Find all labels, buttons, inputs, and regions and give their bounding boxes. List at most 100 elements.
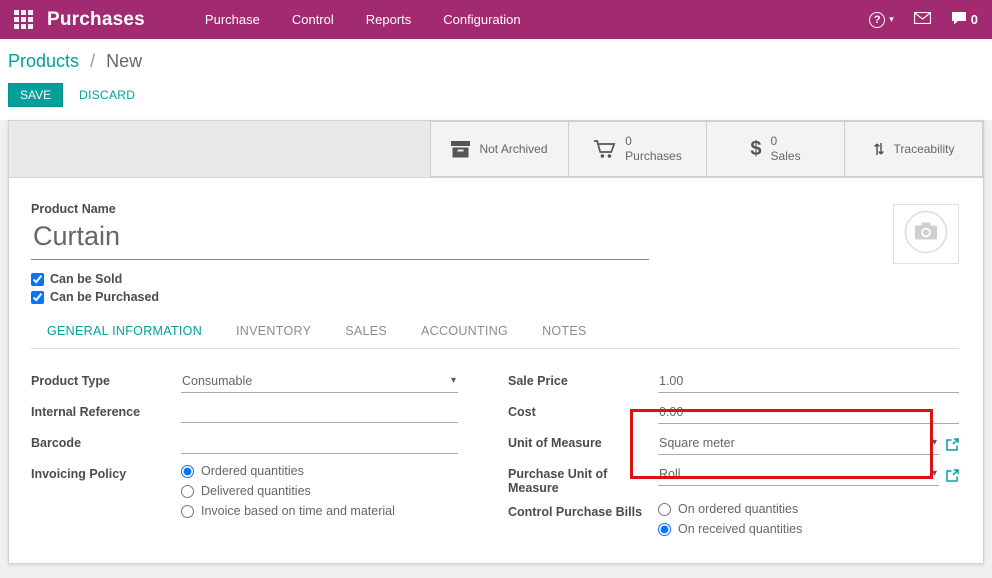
product-type-label: Product Type [31, 371, 181, 388]
radio-on-received: On received quantities [658, 522, 959, 536]
product-name-input[interactable]: Curtain [31, 216, 649, 260]
can-be-sold-row: Can be Sold [31, 272, 649, 286]
tab-notes[interactable]: NOTES [542, 324, 587, 338]
breadcrumb: Products / New [8, 51, 984, 72]
stat-button-box: Not Archived 0 Purchases $ 0 Sales [431, 121, 983, 177]
menu-control[interactable]: Control [280, 6, 346, 33]
envelope-icon [914, 11, 931, 29]
purchase-uom-select[interactable]: Roll ▾ [658, 464, 939, 486]
uom-label: Unit of Measure [508, 433, 658, 450]
cost-input[interactable]: 0.00 [658, 402, 959, 424]
delivered-quantities-radio[interactable] [181, 485, 194, 498]
sale-price-input[interactable]: 1.00 [658, 371, 959, 393]
can-be-sold-label: Can be Sold [50, 272, 122, 286]
time-material-label: Invoice based on time and material [201, 504, 395, 518]
can-be-purchased-checkbox[interactable] [31, 291, 44, 304]
uom-value: Square meter [659, 436, 735, 450]
apps-menu-icon[interactable] [14, 10, 33, 29]
uom-select[interactable]: Square meter ▾ [658, 433, 939, 455]
product-type-select[interactable]: Consumable ▾ [181, 371, 458, 393]
control-panel: Products / New SAVE DISCARD [0, 39, 992, 120]
can-be-purchased-label: Can be Purchased [50, 290, 159, 304]
tab-sales[interactable]: SALES [345, 324, 387, 338]
shopping-cart-icon [593, 139, 616, 159]
sales-stat-button[interactable]: $ 0 Sales [706, 121, 845, 177]
discard-button[interactable]: DISCARD [71, 84, 143, 106]
sales-count: 0 [771, 134, 801, 149]
time-material-radio[interactable] [181, 505, 194, 518]
cost-value: 0.00 [659, 405, 683, 419]
help-menu[interactable]: ? ▾ [869, 12, 894, 28]
chevron-down-icon: ▾ [451, 376, 456, 386]
breadcrumb-current: New [106, 51, 142, 71]
topbar: Purchases Purchase Control Reports Confi… [0, 0, 992, 39]
ordered-quantities-label: Ordered quantities [201, 464, 304, 478]
uom-internal-link-icon[interactable] [946, 438, 959, 451]
product-type-value: Consumable [182, 374, 252, 388]
sales-label: Sales [771, 149, 801, 164]
dollar-icon: $ [750, 138, 761, 161]
purchases-count: 0 [625, 134, 682, 149]
barcode-label: Barcode [31, 433, 181, 450]
radio-ordered-quantities: Ordered quantities [181, 464, 458, 478]
on-ordered-label: On ordered quantities [678, 502, 798, 516]
save-button[interactable]: SAVE [8, 83, 63, 107]
menu-purchase[interactable]: Purchase [193, 6, 272, 33]
ordered-quantities-radio[interactable] [181, 465, 194, 478]
topbar-right: ? ▾ 0 [869, 11, 978, 29]
product-name-label: Product Name [31, 202, 649, 216]
control-bills-label: Control Purchase Bills [508, 502, 658, 519]
delivered-quantities-label: Delivered quantities [201, 484, 311, 498]
chevron-down-icon: ▾ [932, 438, 937, 448]
breadcrumb-products[interactable]: Products [8, 51, 79, 71]
invoicing-policy-radios: Ordered quantities Delivered quantities … [181, 464, 458, 524]
app-title[interactable]: Purchases [47, 9, 145, 31]
internal-reference-input[interactable] [181, 402, 458, 423]
can-be-sold-checkbox[interactable] [31, 273, 44, 286]
control-panel-buttons: SAVE DISCARD [8, 83, 984, 107]
archive-status-button[interactable]: Not Archived [430, 121, 569, 177]
sale-price-label: Sale Price [508, 371, 658, 388]
screen: Purchases Purchase Control Reports Confi… [0, 0, 992, 578]
left-column: Product Type Consumable ▾ Internal Refer… [31, 371, 482, 549]
field-grid: Product Type Consumable ▾ Internal Refer… [31, 371, 959, 549]
purchase-uom-value: Roll [659, 467, 681, 481]
barcode-input[interactable] [181, 433, 458, 454]
on-ordered-radio[interactable] [658, 503, 671, 516]
tab-general-information[interactable]: GENERAL INFORMATION [47, 324, 202, 338]
up-down-arrows-icon [873, 140, 885, 158]
message-count-badge: 0 [971, 12, 978, 27]
chat-bubble-icon [951, 11, 967, 28]
chevron-down-icon: ▾ [932, 469, 937, 479]
tab-accounting[interactable]: ACCOUNTING [421, 324, 508, 338]
tab-inventory[interactable]: INVENTORY [236, 324, 311, 338]
menu-reports[interactable]: Reports [354, 6, 424, 33]
messages-button[interactable] [914, 11, 931, 29]
purchases-stat-button[interactable]: 0 Purchases [568, 121, 707, 177]
top-menu: Purchase Control Reports Configuration [193, 6, 533, 33]
purchases-label: Purchases [625, 149, 682, 164]
form-sheet: Not Archived 0 Purchases $ 0 Sales [8, 120, 984, 564]
camera-icon [904, 210, 948, 259]
purchase-uom-label: Purchase Unit of Measure [508, 464, 658, 495]
discuss-button[interactable]: 0 [951, 11, 978, 28]
sheet-body: Product Name Curtain Can be Sold Can be … [9, 178, 983, 549]
radio-time-material: Invoice based on time and material [181, 504, 458, 518]
purchase-uom-internal-link-icon[interactable] [946, 469, 959, 482]
menu-configuration[interactable]: Configuration [431, 6, 532, 33]
traceability-label: Traceability [894, 142, 955, 156]
archive-box-icon [451, 141, 470, 158]
product-image-placeholder[interactable] [893, 204, 959, 264]
on-received-label: On received quantities [678, 522, 802, 536]
traceability-button[interactable]: Traceability [844, 121, 983, 177]
chevron-down-icon: ▾ [889, 14, 894, 25]
on-received-radio[interactable] [658, 523, 671, 536]
radio-on-ordered: On ordered quantities [658, 502, 959, 516]
help-icon: ? [869, 12, 885, 28]
cost-label: Cost [508, 402, 658, 419]
internal-reference-label: Internal Reference [31, 402, 181, 419]
sale-purchase-checkboxes: Can be Sold Can be Purchased [31, 272, 649, 304]
invoicing-policy-label: Invoicing Policy [31, 464, 181, 481]
can-be-purchased-row: Can be Purchased [31, 290, 649, 304]
control-bills-radios: On ordered quantities On received quanti… [658, 502, 959, 542]
